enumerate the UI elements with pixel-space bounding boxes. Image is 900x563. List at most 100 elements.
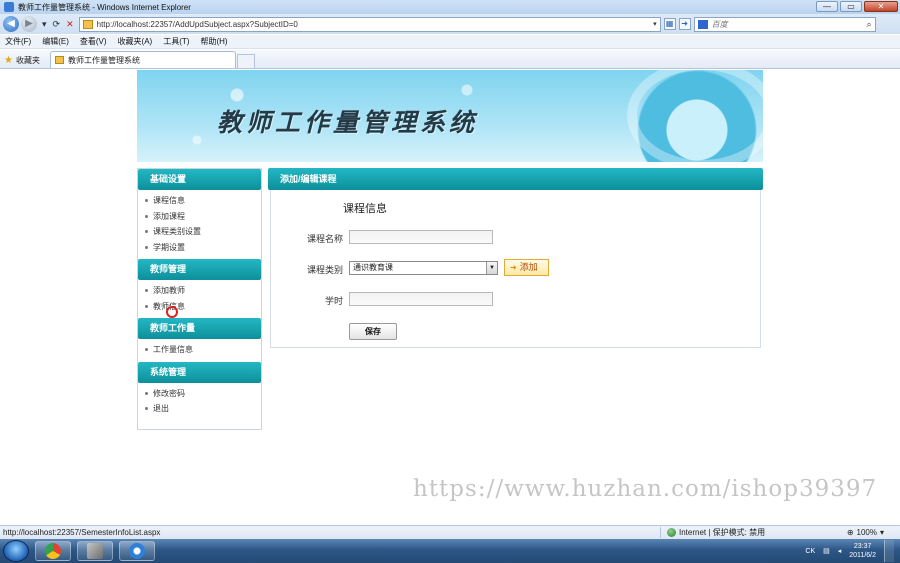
taskbar-item-chrome[interactable] [35,541,71,561]
system-tray: CK ▤ ◂ 23:37 2011/6/2 [805,540,900,562]
go-icon[interactable]: ➜ [678,18,691,30]
baidu-logo-icon [697,19,708,29]
bullet-icon [145,245,148,249]
sidebar-item-label: 退出 [153,404,169,413]
banner-title: 教师工作量管理系统 [217,108,479,137]
stop-icon[interactable]: ✕ [66,19,74,30]
sidebar-item-add-teacher[interactable]: 添加教师 [138,283,261,299]
menu-bar: 文件(F) 编辑(E) 查看(V) 收藏夹(A) 工具(T) 帮助(H) [0,35,900,49]
security-zone[interactable]: Internet | 保护模式: 禁用 [660,527,771,538]
chevron-down-icon[interactable]: ▼ [486,262,497,274]
bullet-icon [145,289,148,293]
close-window-button[interactable]: ✕ [864,1,898,12]
taskbar-clock[interactable]: 23:37 2011/6/2 [849,542,876,560]
url-text[interactable]: http://localhost:22357/AddUpdSubject.asp… [97,20,653,29]
tools-icon [87,543,103,559]
zoom-icon: ⊕ [846,528,854,537]
history-dropdown-icon[interactable]: ▾ [42,19,47,30]
course-type-select[interactable]: 通识教育课 ▼ [349,261,498,275]
page-icon [82,19,93,29]
add-button-label: 添加 [519,262,538,272]
hours-input[interactable] [349,292,493,306]
zoom-control[interactable]: ⊕ 100% ▾ [847,528,900,537]
search-icon[interactable]: ⌕ [867,19,872,30]
tab-page-icon [54,56,64,64]
sidebar-item-label: 课程类别设置 [153,227,201,236]
favorites-label: 收藏夹 [15,55,40,65]
banner-swirl-decoration [627,70,763,162]
refresh-icon[interactable]: ⟳ [53,19,61,30]
browser-tab[interactable]: 教师工作量管理系统 [49,51,236,68]
back-button[interactable]: ◀ [3,16,19,32]
address-field[interactable]: http://localhost:22357/AddUpdSubject.asp… [78,16,661,32]
window-title-bar: 教师工作量管理系统 - Windows Internet Explorer — … [0,0,900,14]
bullet-icon [145,304,148,308]
chevron-down-icon[interactable]: ▾ [880,528,884,537]
sidebar-group-teacher-management[interactable]: 教师管理 [138,259,261,280]
new-tab-button[interactable] [236,54,255,68]
menu-help[interactable]: 帮助(H) [200,36,227,47]
sidebar-item-label: 添加教师 [153,286,185,295]
sidebar-item-workload-info[interactable]: 工作量信息 [138,342,261,358]
show-desktop-button[interactable] [884,540,894,562]
save-button[interactable]: 保存 [349,323,397,340]
sidebar-item-logout[interactable]: 退出 [138,401,261,417]
window-controls: — ▭ ✕ [816,1,898,12]
start-button[interactable] [3,540,29,562]
zone-text: Internet | 保护模式: 禁用 [679,528,766,537]
navigation-bar: ◀ ▶ ▾ ⟳ ✕ http://localhost:22357/AddUpdS… [0,14,900,34]
add-course-type-button[interactable]: ➜ 添加 [504,259,549,276]
clock-time: 23:37 [853,543,872,550]
arrow-right-icon: ➜ [510,263,517,272]
forward-button[interactable]: ▶ [21,16,37,32]
course-form: 课程信息 课程名称 课程类别 通识教育课 ▼ ➜ 添加 学时 保存 [270,190,761,348]
menu-tools[interactable]: 工具(T) [163,36,189,47]
menu-view[interactable]: 查看(V) [80,36,107,47]
volume-icon[interactable]: ◂ [838,547,842,555]
chrome-icon [45,543,61,559]
sidebar-item-semester-settings[interactable]: 学期设置 [138,240,261,256]
minimize-button[interactable]: — [816,1,838,12]
course-name-label: 课程名称 [306,234,343,244]
sidebar-item-course-type-settings[interactable]: 课程类别设置 [138,224,261,240]
sidebar-item-teacher-info[interactable]: 教师信息 [138,299,261,315]
content-header: 添加/编辑课程 [268,168,763,190]
network-icon[interactable]: ▤ [823,547,830,555]
favorites-bar: ★ 收藏夹 教师工作量管理系统 [0,50,900,69]
address-dropdown-icon[interactable]: ▾ [653,20,657,28]
sidebar-item-course-info[interactable]: 课程信息 [138,193,261,209]
star-icon: ★ [4,54,13,66]
bullet-icon [145,348,148,352]
sidebar-item-add-course[interactable]: 添加课程 [138,209,261,225]
bullet-icon [145,230,148,234]
sidebar-item-label: 课程信息 [153,196,185,205]
course-name-input[interactable] [349,230,493,244]
sidebar-item-label: 学期设置 [153,242,185,252]
taskbar-item-ie[interactable] [119,541,155,561]
menu-file[interactable]: 文件(F) [5,36,31,47]
menu-edit[interactable]: 编辑(E) [42,36,69,47]
sidebar-group-system-management[interactable]: 系统管理 [138,361,261,383]
mouse-cursor-highlight [166,306,178,318]
language-indicator[interactable]: CK [805,548,815,555]
status-url: http://localhost:22357/SemesterInfoList.… [3,528,161,537]
section-title: 课程信息 [343,203,387,215]
sidebar-item-change-password[interactable]: 修改密码 [138,386,261,402]
bullet-icon [145,199,148,203]
compatibility-view-icon[interactable]: ▦ [663,18,676,30]
sidebar-group-basic-settings[interactable]: 基础设置 [138,169,261,190]
taskbar-item-tools[interactable] [77,541,113,561]
sidebar-group-teacher-workload[interactable]: 教师工作量 [138,318,261,339]
sidebar-item-label: 修改密码 [153,388,185,398]
zoom-level: 100% [856,528,877,537]
search-input[interactable] [711,19,867,29]
menu-favorites[interactable]: 收藏夹(A) [118,36,153,47]
status-bar: http://localhost:22357/SemesterInfoList.… [0,525,900,539]
sidebar-menu: 基础设置 课程信息 添加课程 课程类别设置 学期设置 教师管理 添加教师 教师信… [137,168,262,430]
bullet-icon [145,214,148,218]
restore-button[interactable]: ▭ [840,1,862,12]
favorites-button[interactable]: ★ 收藏夹 [4,52,40,68]
ie-icon [129,543,145,559]
tab-title: 教师工作量管理系统 [67,55,140,65]
search-box[interactable]: ⌕ [693,16,876,32]
